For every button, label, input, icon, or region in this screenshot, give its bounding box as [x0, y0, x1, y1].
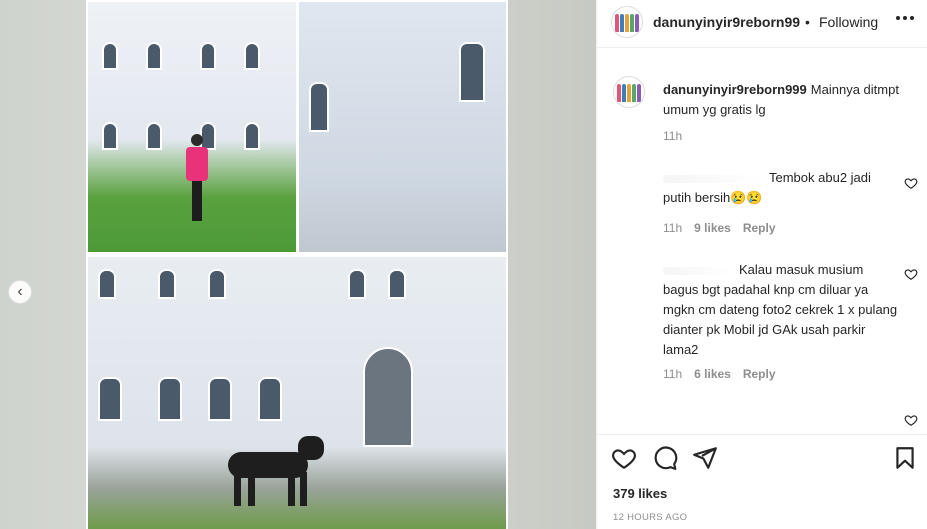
comment-time[interactable]: 11h — [663, 367, 682, 381]
avatar[interactable] — [611, 6, 643, 38]
post-panel: danunyinyir9reborn99 • Following danunyi… — [596, 0, 927, 529]
caption: danunyinyir9reborn999 Mainnya ditmpt umum… — [663, 80, 915, 120]
comment-likes[interactable]: 9 likes — [694, 221, 731, 235]
dog-figure — [218, 436, 328, 506]
avatar[interactable] — [613, 76, 645, 108]
comment-icon[interactable] — [652, 445, 678, 471]
chevron-left-icon[interactable]: ‹ — [8, 280, 32, 304]
photo-woman-white — [299, 2, 506, 252]
heart-icon[interactable] — [904, 413, 918, 427]
bookmark-icon[interactable] — [892, 445, 918, 471]
heart-icon[interactable] — [904, 267, 918, 281]
caption-username[interactable]: danunyinyir9reborn999 — [663, 82, 807, 97]
person-figure — [186, 134, 208, 224]
caption-time[interactable]: 11h — [663, 129, 682, 143]
post-header: danunyinyir9reborn99 • Following — [597, 0, 927, 48]
photo-collage — [86, 0, 508, 529]
following-button[interactable]: Following — [819, 14, 878, 30]
post-actions: 379 likes 12 HOURS AGO — [597, 434, 927, 529]
list-item: Tembok abu2 jadi putih bersih😢😢 — [663, 168, 898, 208]
comment-meta: 11h 6 likes Reply — [663, 367, 776, 381]
comment-username[interactable] — [663, 266, 733, 275]
post-timestamp[interactable]: 12 HOURS AGO — [613, 512, 687, 523]
photo-woman-pink — [88, 2, 296, 252]
reply-button[interactable]: Reply — [743, 221, 776, 235]
reply-button[interactable]: Reply — [743, 367, 776, 381]
comment-username[interactable] — [663, 174, 763, 183]
header-username[interactable]: danunyinyir9reborn99 — [653, 14, 800, 30]
header-separator: • — [805, 14, 810, 30]
comment-time[interactable]: 11h — [663, 221, 682, 235]
comment-meta: 11h 9 likes Reply — [663, 221, 776, 235]
heart-icon[interactable] — [904, 176, 918, 190]
share-icon[interactable] — [692, 445, 718, 471]
post-media[interactable]: ‹ — [0, 0, 596, 529]
comment-text: Kalau masuk musium bagus bgt padahal knp… — [663, 262, 898, 357]
list-item: Kalau masuk musium bagus bgt padahal knp… — [663, 260, 898, 360]
comment-likes[interactable]: 6 likes — [694, 367, 731, 381]
caption-meta: 11h — [663, 129, 682, 143]
heart-icon[interactable] — [611, 445, 637, 471]
comments-list[interactable]: danunyinyir9reborn999 Mainnya ditmpt umum… — [597, 48, 927, 434]
likes-count[interactable]: 379 likes — [613, 486, 667, 501]
photo-building-dog — [88, 257, 506, 529]
more-horizontal-icon[interactable] — [896, 16, 914, 20]
